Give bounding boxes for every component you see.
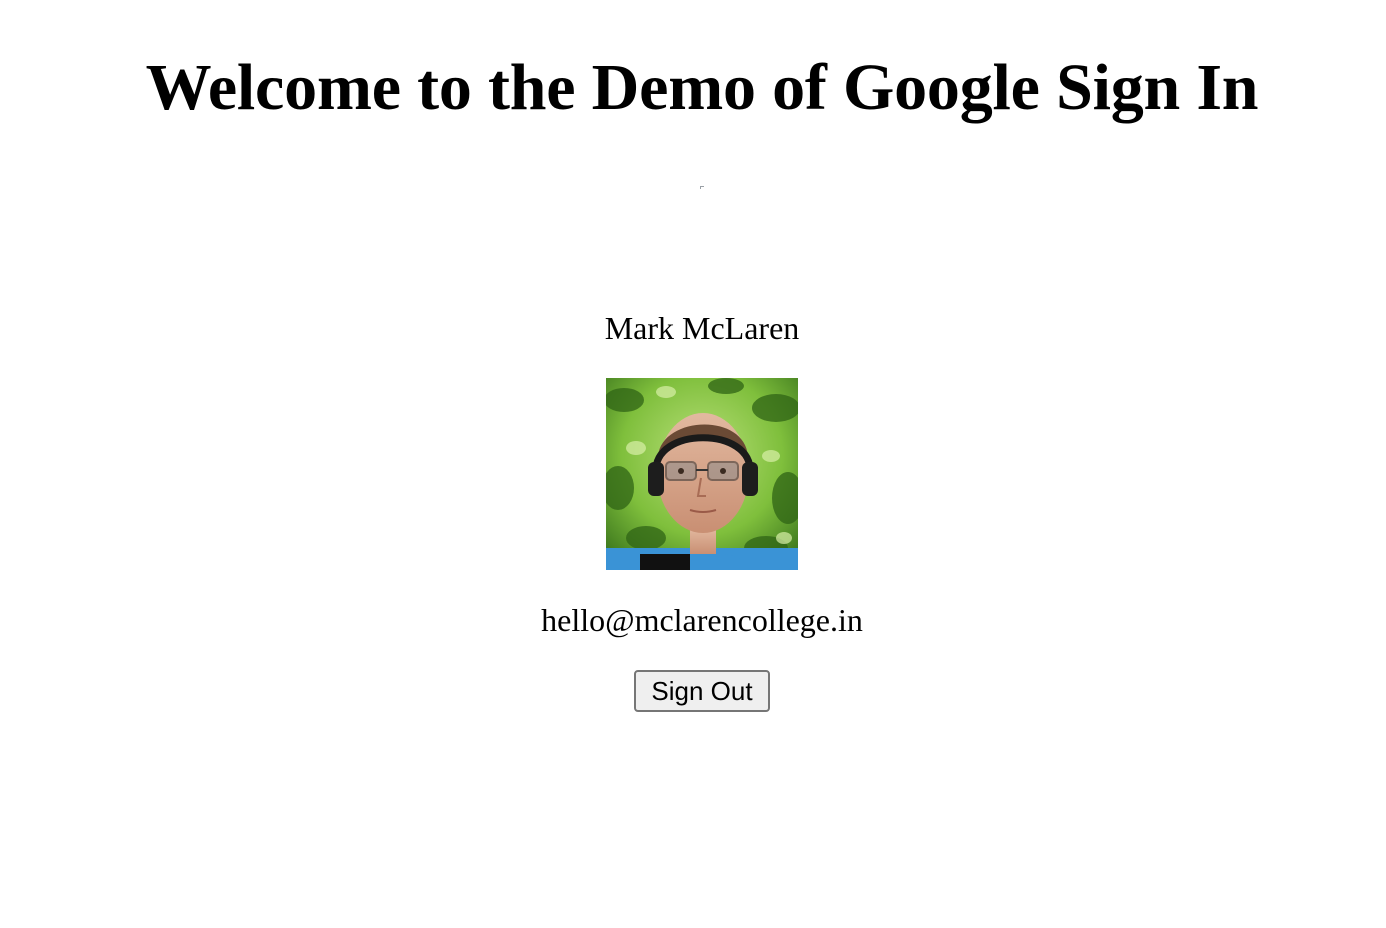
- user-email: hello@mclarencollege.in: [541, 602, 863, 638]
- page-title: Welcome to the Demo of Google Sign In: [145, 51, 1259, 124]
- google-signin-placeholder-icon[interactable]: [700, 186, 704, 189]
- avatar: [606, 378, 798, 570]
- page: Welcome to the Demo of Google Sign In Ma…: [0, 0, 1386, 928]
- sign-out-button[interactable]: Sign Out: [634, 670, 770, 712]
- user-name: Mark McLaren: [604, 310, 800, 346]
